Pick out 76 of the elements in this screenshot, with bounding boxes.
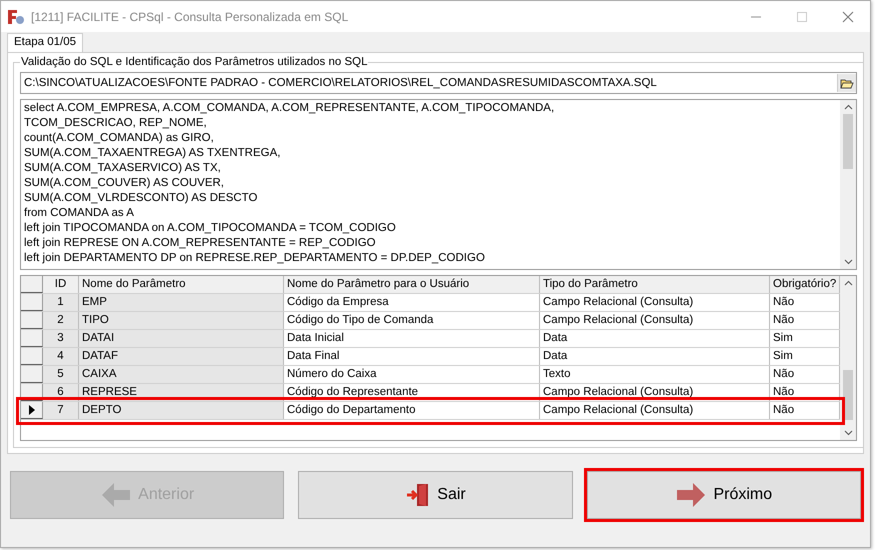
sql-line: count(A.COM_COMANDA) as GIRO,	[24, 130, 215, 146]
column-header[interactable]: Obrigatório?	[770, 276, 840, 293]
table-cell: Data Inicial	[284, 330, 540, 347]
table-row[interactable]: 1 EMP Código da Empresa Campo Relacional (Consulta) Não	[21, 294, 840, 312]
table-cell: EMP	[79, 294, 284, 311]
column-header[interactable]: Nome do Parâmetro	[79, 276, 284, 293]
close-icon[interactable]	[842, 10, 854, 22]
column-header[interactable]: Tipo do Parâmetro	[540, 276, 770, 293]
table-row[interactable]: 3 DATAI Data Inicial Data Sim	[21, 330, 840, 348]
scroll-down-icon[interactable]	[844, 430, 852, 436]
scroll-thumb[interactable]	[843, 370, 853, 420]
table-cell: Texto	[540, 366, 770, 383]
table-cell: Campo Relacional (Consulta)	[540, 294, 770, 311]
table-row[interactable]: 6 REPRESE Código do Representante Campo Relacional (Consulta) Não	[21, 384, 840, 402]
highlighted-row[interactable]: 7 DEPTO Código do Departamento Campo Relacional (Consulta) Não	[21, 402, 840, 420]
file-path-field[interactable]: C:\SINCO\ATUALIZACOES\FONTE PADRAO - COMERCIO\RELATORIOS\REL_COMANDASRESUMIDASCOMTAXA.SQL	[20, 72, 857, 94]
scroll-up-icon[interactable]	[844, 104, 852, 110]
arrow-left-icon	[100, 481, 132, 509]
table-cell: Campo Relacional (Consulta)	[540, 384, 770, 401]
row-indicator[interactable]	[21, 312, 43, 329]
column-header[interactable]: ID	[43, 276, 79, 293]
scrollbar[interactable]	[840, 100, 856, 269]
row-indicator[interactable]	[21, 330, 43, 347]
step-tab[interactable]: Etapa 01/05	[7, 33, 84, 52]
group-title: Validação do SQL e Identificação dos Parâmetros utilizados no SQL	[20, 56, 368, 68]
table-cell: DEPTO	[79, 402, 284, 419]
table-row[interactable]: 4 DATAF Data Final Data Sim	[21, 348, 840, 366]
window-title: [1211] FACILITE - CPSql - Consulta Personalizada em SQL	[31, 10, 348, 24]
table-cell: Campo Relacional (Consulta)	[540, 312, 770, 329]
sql-line: select A.COM_EMPRESA, A.COM_COMANDA, A.COM_REPRESENTANTE, A.COM_TIPOCOMANDA,	[24, 100, 556, 116]
folder-icon	[840, 76, 854, 89]
sql-line: left join DEPARTAMENTO DP on REPRESE.REP_DEPARTAMENTO = DP.DEP_CODIGO	[24, 250, 486, 266]
sql-editor[interactable]	[20, 98, 857, 270]
arrow-right-icon	[675, 481, 708, 509]
table-row[interactable]: 5 CAIXA Número do Caixa Texto Não	[21, 366, 840, 384]
table-cell: DATAI	[79, 330, 284, 347]
sql-line: left join TIPOCOMANDA on A.COM_TIPOCOMANDA = TCOM_CODIGO	[24, 220, 397, 236]
row-indicator[interactable]	[21, 294, 43, 311]
app-icon	[7, 8, 25, 24]
row-indicator[interactable]	[21, 402, 43, 419]
row-indicator[interactable]	[21, 366, 43, 383]
sql-line: left join REPRESE ON A.COM_REPRESENTANTE = REP_CODIGO	[24, 236, 377, 251]
table-cell: Data	[540, 330, 770, 347]
table-cell: Código da Empresa	[284, 294, 540, 311]
table-cell: 3	[43, 330, 79, 347]
sql-line: SUM(A.COM_TAXASERVICO) AS TX,	[24, 160, 222, 176]
table-cell: Número do Caixa	[284, 366, 540, 383]
open-folder-button[interactable]	[837, 74, 856, 92]
column-header[interactable]: Nome do Parâmetro para o Usuário	[284, 276, 540, 293]
sql-line: from COMANDA as A	[24, 206, 135, 221]
table-cell: Campo Relacional (Consulta)	[540, 402, 770, 419]
table-cell: Data	[540, 348, 770, 365]
sql-line: SUM(A.COM_COUVER) AS COUVER,	[24, 176, 225, 191]
table-cell: Código do Departamento	[284, 402, 540, 419]
table-cell: Código do Tipo de Comanda	[284, 312, 540, 329]
table-cell: 2	[43, 312, 79, 329]
scroll-down-icon[interactable]	[844, 258, 852, 265]
table-cell: 1	[43, 294, 79, 311]
table-cell: CAIXA	[79, 366, 284, 383]
table-cell: 5	[43, 366, 79, 383]
next-button[interactable]: Próximo	[586, 471, 861, 519]
table-cell: DATAF	[79, 348, 284, 365]
sql-line: SUM(A.COM_VLRDESCONTO) AS DESCTO	[24, 190, 258, 206]
table-cell: 7	[43, 402, 79, 419]
exit-button[interactable]: Sair	[298, 471, 573, 519]
table-cell: Data Final	[284, 348, 540, 365]
table-row[interactable]: 2 TIPO Código do Tipo de Comanda Campo Relacional (Consulta) Não	[21, 312, 840, 330]
scrollbar[interactable]	[840, 276, 856, 440]
table-cell: Código do Representante	[284, 384, 540, 401]
scroll-up-icon[interactable]	[844, 280, 852, 286]
sql-line: TCOM_DESCRICAO, REP_NOME,	[24, 116, 208, 131]
row-indicator[interactable]	[21, 348, 43, 365]
table-cell: TIPO	[79, 312, 284, 329]
table-cell: 4	[43, 348, 79, 365]
sql-line: SUM(A.COM_TAXAENTREGA) AS TXENTREGA,	[24, 146, 282, 161]
scroll-thumb[interactable]	[843, 114, 853, 169]
